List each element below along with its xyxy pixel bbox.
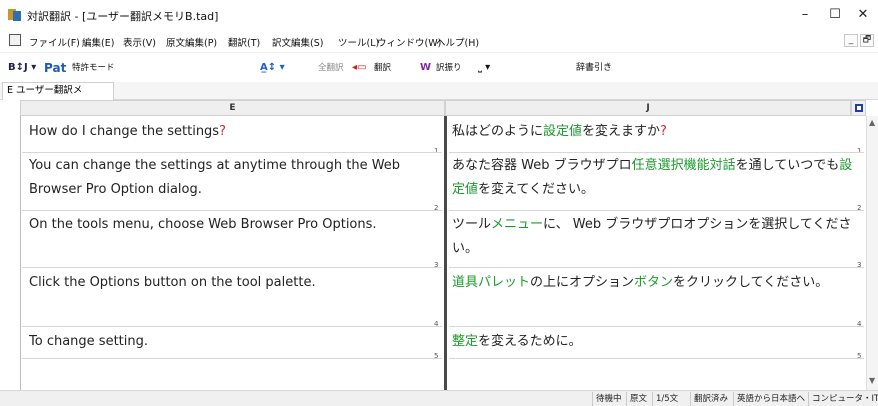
row-separator	[22, 267, 442, 268]
bj-direction-button[interactable]: B↕J ▾	[8, 59, 36, 77]
pane-divider[interactable]	[444, 116, 447, 390]
column-header-japanese[interactable]: J	[445, 100, 851, 116]
document-tab-bar: E ユーザー翻訳メ	[0, 82, 878, 100]
menu-translate[interactable]: 翻訳(T)	[228, 35, 260, 49]
document-icon[interactable]	[9, 34, 21, 46]
japanese-segment-5[interactable]: 整定を変えるために。	[452, 330, 857, 354]
menu-help[interactable]: ヘルプ(H)	[436, 35, 479, 49]
row-separator	[22, 210, 442, 211]
menu-tools[interactable]: ツール(L)	[338, 35, 379, 49]
row-separator	[449, 152, 864, 153]
row-separator	[449, 267, 864, 268]
patent-mode-button[interactable]: 特許モード	[72, 59, 115, 77]
menu-bar: ファイル(F) 編集(E) 表示(V) 原文編集(P) 翻訳(T) 訳文編集(S…	[0, 30, 878, 52]
translate-button[interactable]: 翻訳	[374, 59, 391, 77]
status-mode: 原文	[626, 392, 650, 406]
status-direction: 英語から日本語へ	[733, 392, 808, 406]
translate-all-button[interactable]: 全翻訳	[318, 59, 344, 77]
english-segment-1[interactable]: How do I change the settings?	[29, 120, 439, 144]
pat-button[interactable]: Pat	[44, 59, 66, 77]
row-separator	[22, 152, 442, 153]
row-separator	[449, 358, 864, 359]
english-segment-4[interactable]: Click the Options button on the tool pal…	[29, 271, 439, 295]
column-header-english[interactable]: E	[20, 100, 445, 116]
english-segment-3[interactable]: On the tools menu, choose Web Browser Pr…	[29, 213, 439, 237]
row-separator	[22, 358, 442, 359]
window-title: 対訳翻訳 - [ユーザー翻訳メモリB.tad]	[27, 10, 219, 23]
split-view-icon[interactable]	[855, 104, 863, 112]
row-separator	[449, 210, 864, 211]
japanese-segment-3[interactable]: ツールメニューに、 Web ブラウザプロオプションを選択してください。	[452, 213, 857, 261]
status-field: コンピュータ・IT	[808, 392, 878, 406]
left-margin-line	[20, 116, 21, 390]
vertical-scrollbar[interactable]: ▲ ▼	[866, 116, 878, 390]
status-translated: 翻訳済み	[690, 392, 731, 406]
menu-view[interactable]: 表示(V)	[123, 35, 156, 49]
font-size-button[interactable]: A̲↕ ▾	[260, 59, 285, 77]
bilingual-button[interactable]: 訳振り	[436, 59, 462, 77]
minimize-button[interactable]: –	[790, 4, 820, 26]
mdi-minimize-button[interactable]: _	[844, 34, 858, 47]
japanese-segment-2[interactable]: あなた容器 Web ブラウザプロ任意選択機能対話を通していつでも設定値を変えてく…	[452, 154, 857, 202]
row-separator	[449, 326, 864, 327]
translate-arrow-icon[interactable]: ◂▭	[352, 59, 366, 77]
row-separator	[22, 326, 442, 327]
mdi-restore-button[interactable]: 🗗	[860, 34, 874, 47]
dictionary-lookup-button[interactable]: 辞書引き	[576, 59, 612, 77]
menu-source-edit[interactable]: 原文編集(P)	[166, 35, 217, 49]
row-number: 1	[857, 147, 862, 155]
status-bar: 待機中 原文 1/5文 翻訳済み 英語から日本語へ コンピュータ・IT	[0, 390, 878, 406]
close-button[interactable]: ✕	[848, 4, 878, 26]
scroll-up-icon[interactable]: ▲	[869, 118, 875, 127]
menu-target-edit[interactable]: 訳文編集(S)	[272, 35, 323, 49]
menu-window[interactable]: ウィンドウ(W)	[377, 35, 441, 49]
status-state: 待機中	[592, 392, 625, 406]
title-bar: 対訳翻訳 - [ユーザー翻訳メモリB.tad] – ☐ ✕	[0, 0, 878, 30]
space-dropdown-button[interactable]: ⎵ ▾	[478, 59, 490, 77]
bilingual-w-icon[interactable]: W	[420, 59, 431, 77]
toolbar: B↕J ▾ Pat 特許モード A̲↕ ▾ 全翻訳 ◂▭ 翻訳 W 訳振り ⎵ …	[0, 52, 878, 130]
status-count: 1/5文	[652, 392, 681, 406]
english-segment-2[interactable]: You can change the settings at anytime t…	[29, 154, 439, 202]
japanese-segment-4[interactable]: 道具パレットの上にオプションボタンをクリックしてください。	[452, 271, 857, 295]
app-icon	[8, 9, 21, 21]
scroll-down-icon[interactable]: ▼	[869, 376, 875, 385]
tab-user-memory[interactable]: E ユーザー翻訳メ	[2, 82, 114, 100]
japanese-segment-1[interactable]: 私はどのように設定値を変えますか?	[452, 120, 857, 144]
corner-header	[851, 100, 866, 116]
english-segment-5[interactable]: To change setting.	[29, 330, 439, 354]
maximize-button[interactable]: ☐	[820, 4, 850, 26]
menu-file[interactable]: ファイル(F)	[29, 35, 80, 49]
menu-edit[interactable]: 編集(E)	[82, 35, 114, 49]
